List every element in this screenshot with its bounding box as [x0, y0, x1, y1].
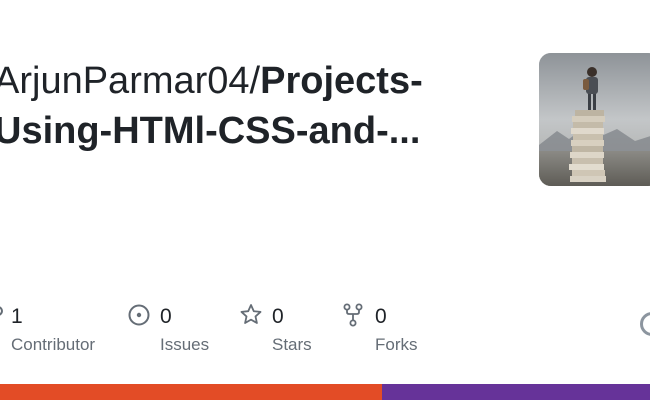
- language-segment-css: [381, 384, 650, 400]
- forks-label: Forks: [375, 335, 418, 354]
- issue-icon: [128, 303, 152, 327]
- language-segment-html: [0, 384, 382, 400]
- repo-title-line-1: ArjunParmar04/Projects-: [0, 56, 494, 106]
- issues-count: 0: [160, 305, 172, 328]
- language-bar: [0, 384, 650, 400]
- forks-count: 0: [375, 305, 387, 328]
- repo-stats: 1 Contributor 0 Issues 0 Stars 0 Forks: [0, 300, 650, 360]
- fork-icon: [343, 303, 367, 327]
- repo-name-part-2: Using-HTMl-CSS-and-...: [0, 110, 421, 152]
- stars-label: Stars: [272, 335, 312, 354]
- repo-thumbnail: [539, 53, 650, 186]
- repo-name-part-1: Projects-: [260, 60, 423, 102]
- repo-title[interactable]: ArjunParmar04/Projects- Using-HTMl-CSS-a…: [0, 56, 494, 156]
- repo-owner: ArjunParmar04/: [0, 60, 261, 102]
- contributors-count: 1: [11, 305, 23, 328]
- person-on-book-stack-image: [539, 53, 650, 186]
- stars-count: 0: [272, 305, 284, 328]
- repo-title-line-2: Using-HTMl-CSS-and-...: [0, 106, 494, 156]
- issues-label: Issues: [160, 335, 210, 354]
- contributors-label: Contributor: [11, 335, 96, 354]
- star-icon: [240, 303, 264, 327]
